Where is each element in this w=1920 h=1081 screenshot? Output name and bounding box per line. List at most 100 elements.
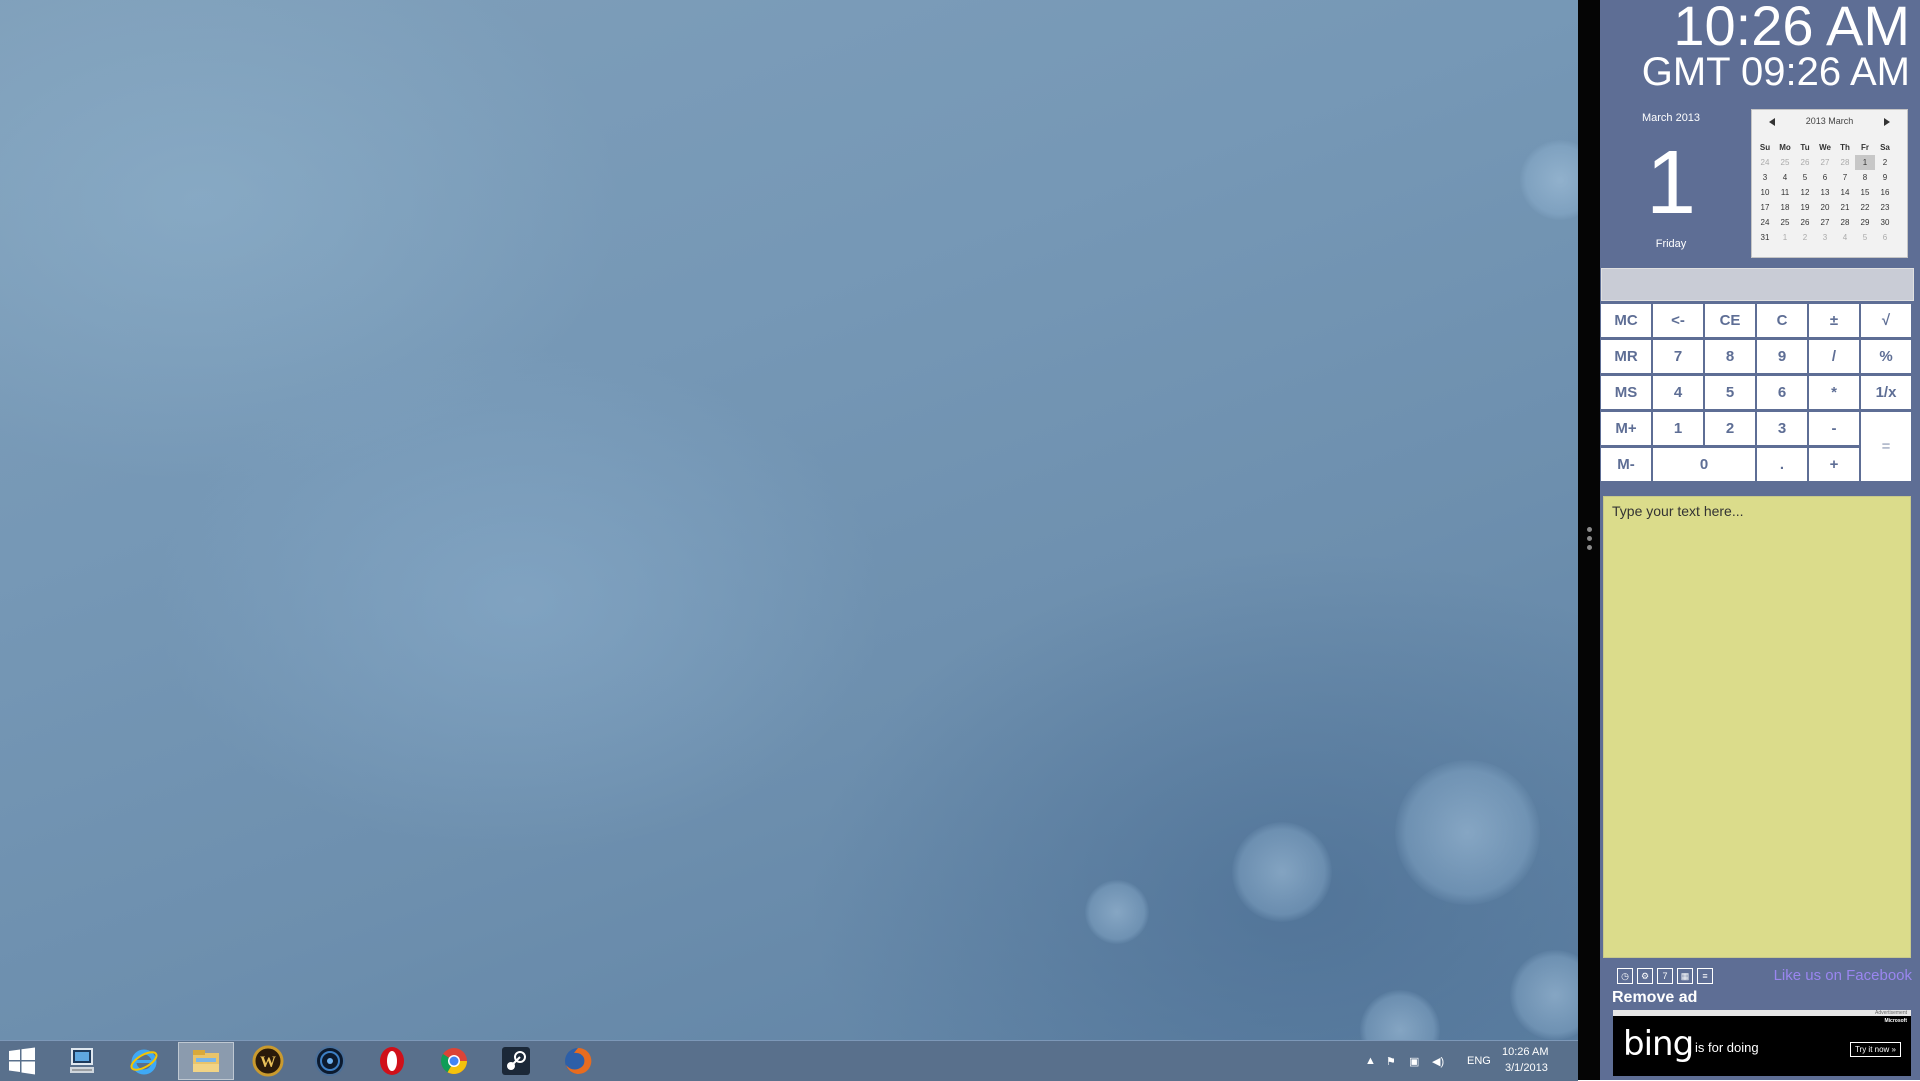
calendar-day[interactable]: 5 [1795,170,1815,185]
settings-widget-icon[interactable]: ⚙ [1637,968,1653,984]
digit-5-button[interactable]: 5 [1705,376,1755,409]
ce-button[interactable]: CE [1705,304,1755,337]
calendar-day[interactable]: 27 [1815,155,1835,170]
digit-3-button[interactable]: 3 [1757,412,1807,445]
calendar-day[interactable]: 28 [1835,215,1855,230]
digit-8-button[interactable]: 8 [1705,340,1755,373]
start-icon[interactable] [4,1045,40,1077]
equals-button[interactable]: = [1861,412,1911,481]
calendar-day[interactable]: 1 [1775,230,1795,245]
calendar-day[interactable]: 29 [1855,215,1875,230]
volume-icon[interactable]: ◀) [1432,1055,1444,1068]
calendar-day[interactable]: 6 [1875,230,1895,245]
globe-app-icon[interactable] [312,1045,348,1077]
mr-button[interactable]: MR [1601,340,1651,373]
calendar-day[interactable]: 16 [1875,185,1895,200]
reciprocal-button[interactable]: 1/x [1861,376,1911,409]
calendar-day[interactable]: 30 [1875,215,1895,230]
calendar-day[interactable]: 24 [1755,155,1775,170]
world-of-warcraft-icon[interactable]: W [250,1045,286,1077]
calendar-day[interactable]: 10 [1755,185,1775,200]
calendar-day[interactable]: 3 [1755,170,1775,185]
calendar-day[interactable]: 25 [1775,155,1795,170]
calendar-day[interactable]: 28 [1835,155,1855,170]
ms-button[interactable]: MS [1601,376,1651,409]
taskbar-clock-time[interactable]: 10:26 AM [1502,1046,1582,1058]
m-plus-button[interactable]: M+ [1601,412,1651,445]
calendar-day[interactable]: 21 [1835,200,1855,215]
calendar-day[interactable]: 1 [1855,155,1875,170]
digit-1-button[interactable]: 1 [1653,412,1703,445]
digit-7-button[interactable]: 7 [1653,340,1703,373]
prev-month-icon[interactable] [1769,118,1775,126]
show-hidden-icons-icon[interactable]: ▲ [1365,1055,1376,1067]
language-indicator[interactable]: ENG [1467,1055,1491,1067]
calendar-day[interactable]: 19 [1795,200,1815,215]
percent-button[interactable]: % [1861,340,1911,373]
decimal-button[interactable]: . [1757,448,1807,481]
calendar-day[interactable]: 17 [1755,200,1775,215]
calendar-day[interactable]: 20 [1815,200,1835,215]
calendar-day[interactable]: 2 [1795,230,1815,245]
action-center-flag-icon[interactable]: ⚑ [1386,1055,1396,1068]
desktop-wallpaper[interactable] [0,0,1578,1040]
calendar-day[interactable]: 27 [1815,215,1835,230]
clear-button[interactable]: C [1757,304,1807,337]
internet-explorer-icon[interactable] [126,1045,162,1077]
network-computer-icon[interactable] [64,1045,100,1077]
firefox-icon[interactable] [560,1045,596,1077]
file-explorer-icon[interactable] [178,1042,234,1080]
digit-9-button[interactable]: 9 [1757,340,1807,373]
calendar-day[interactable]: 31 [1755,230,1775,245]
calendar-day[interactable]: 18 [1775,200,1795,215]
calendar-day[interactable]: 26 [1795,155,1815,170]
mc-button[interactable]: MC [1601,304,1651,337]
add-button[interactable]: + [1809,448,1859,481]
subtract-button[interactable]: - [1809,412,1859,445]
calendar-widget-icon[interactable]: 7 [1657,968,1673,984]
sqrt-button[interactable]: √ [1861,304,1911,337]
next-month-icon[interactable] [1884,118,1890,126]
notes-widget-icon[interactable]: ≡ [1697,968,1713,984]
calendar-day[interactable]: 12 [1795,185,1815,200]
calendar-day[interactable]: 8 [1855,170,1875,185]
opera-icon[interactable] [374,1045,410,1077]
calendar-day[interactable]: 26 [1795,215,1815,230]
calendar-day[interactable]: 6 [1815,170,1835,185]
calendar-day[interactable]: 22 [1855,200,1875,215]
facebook-link[interactable]: Like us on Facebook [1774,967,1912,984]
calendar-day[interactable]: 4 [1775,170,1795,185]
digit-6-button[interactable]: 6 [1757,376,1807,409]
digit-0-button[interactable]: 0 [1653,448,1755,481]
calendar-day[interactable]: 15 [1855,185,1875,200]
network-icon[interactable]: ▣ [1409,1055,1419,1068]
remove-ad-link[interactable]: Remove ad [1612,989,1697,1007]
calendar-day[interactable]: 5 [1855,230,1875,245]
sticky-note-area[interactable]: Type your text here... [1603,496,1911,958]
calculator-widget-icon[interactable]: ▦ [1677,968,1693,984]
calendar-day[interactable]: 2 [1875,155,1895,170]
plus-minus-button[interactable]: ± [1809,304,1859,337]
calendar-day[interactable]: 24 [1755,215,1775,230]
backspace-button[interactable]: <- [1653,304,1703,337]
calendar-day[interactable]: 9 [1875,170,1895,185]
calendar-day[interactable]: 3 [1815,230,1835,245]
m-minus-button[interactable]: M- [1601,448,1651,481]
clock-widget-icon[interactable]: ◷ [1617,968,1633,984]
chrome-icon[interactable] [436,1045,472,1077]
divide-button[interactable]: / [1809,340,1859,373]
calendar-day[interactable]: 25 [1775,215,1795,230]
calendar-day[interactable]: 4 [1835,230,1855,245]
calendar-day[interactable]: 23 [1875,200,1895,215]
try-it-now-button[interactable]: Try it now » [1849,1042,1901,1057]
multiply-button[interactable]: * [1809,376,1859,409]
calendar-day[interactable]: 14 [1835,185,1855,200]
calendar-day[interactable]: 7 [1835,170,1855,185]
bing-advertisement[interactable]: Advertisement Microsoft bing is for doin… [1613,1010,1911,1076]
taskbar-clock-date[interactable]: 3/1/2013 [1505,1062,1585,1074]
steam-icon[interactable] [498,1045,534,1077]
calendar-day[interactable]: 11 [1775,185,1795,200]
digit-2-button[interactable]: 2 [1705,412,1755,445]
calendar-day[interactable]: 13 [1815,185,1835,200]
digit-4-button[interactable]: 4 [1653,376,1703,409]
